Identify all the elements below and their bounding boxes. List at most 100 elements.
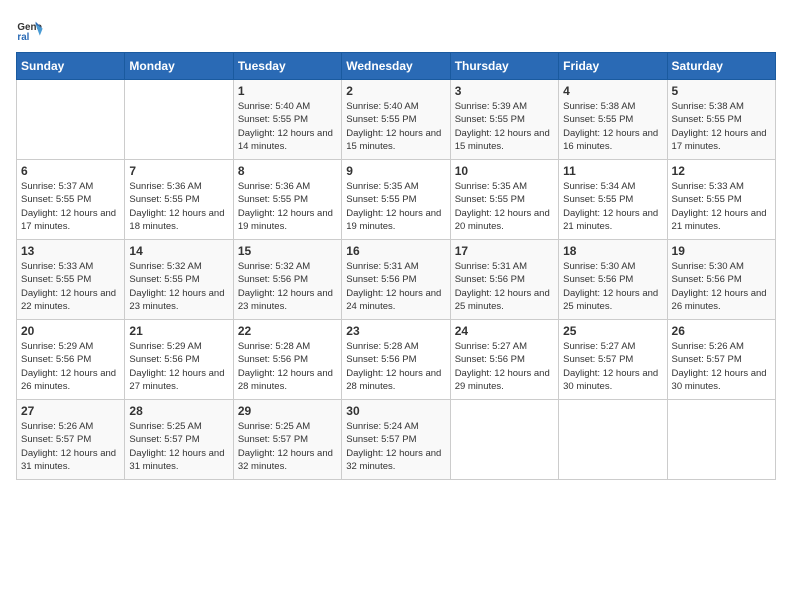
day-number: 28	[129, 404, 228, 418]
calendar-cell: 10 Sunrise: 5:35 AMSunset: 5:55 PMDayligh…	[450, 160, 558, 240]
calendar-cell: 21 Sunrise: 5:29 AMSunset: 5:56 PMDayligh…	[125, 320, 233, 400]
calendar-week-row: 13 Sunrise: 5:33 AMSunset: 5:55 PMDayligh…	[17, 240, 776, 320]
weekday-header: Tuesday	[233, 53, 341, 80]
day-info: Sunrise: 5:40 AMSunset: 5:55 PMDaylight:…	[346, 100, 445, 153]
weekday-header: Wednesday	[342, 53, 450, 80]
calendar-cell: 5 Sunrise: 5:38 AMSunset: 5:55 PMDaylight…	[667, 80, 775, 160]
weekday-header: Monday	[125, 53, 233, 80]
day-number: 8	[238, 164, 337, 178]
calendar-cell: 27Sunrise: 5:26 AMSunset: 5:57 PMDayligh…	[17, 400, 125, 480]
day-number: 30	[346, 404, 445, 418]
day-number: 5	[672, 84, 771, 98]
day-info: Sunrise: 5:34 AMSunset: 5:55 PMDaylight:…	[563, 180, 662, 233]
day-number: 24	[455, 324, 554, 338]
day-number: 21	[129, 324, 228, 338]
day-info: Sunrise: 5:32 AMSunset: 5:55 PMDaylight:…	[129, 260, 228, 313]
weekday-header: Sunday	[17, 53, 125, 80]
calendar-cell: 14Sunrise: 5:32 AMSunset: 5:55 PMDayligh…	[125, 240, 233, 320]
header: Gene ral	[16, 16, 776, 44]
day-number: 12	[672, 164, 771, 178]
calendar-cell	[667, 400, 775, 480]
svg-text:ral: ral	[17, 32, 29, 43]
calendar-cell	[125, 80, 233, 160]
calendar-cell: 9 Sunrise: 5:35 AMSunset: 5:55 PMDaylight…	[342, 160, 450, 240]
day-info: Sunrise: 5:37 AMSunset: 5:55 PMDaylight:…	[21, 180, 120, 233]
calendar-week-row: 1 Sunrise: 5:40 AMSunset: 5:55 PMDaylight…	[17, 80, 776, 160]
day-info: Sunrise: 5:29 AMSunset: 5:56 PMDaylight:…	[21, 340, 120, 393]
calendar-week-row: 27Sunrise: 5:26 AMSunset: 5:57 PMDayligh…	[17, 400, 776, 480]
calendar-cell: 1 Sunrise: 5:40 AMSunset: 5:55 PMDaylight…	[233, 80, 341, 160]
calendar-cell: 20 Sunrise: 5:29 AMSunset: 5:56 PMDayligh…	[17, 320, 125, 400]
day-info: Sunrise: 5:38 AMSunset: 5:55 PMDaylight:…	[563, 100, 662, 153]
calendar-cell: 18 Sunrise: 5:30 AMSunset: 5:56 PMDayligh…	[559, 240, 667, 320]
day-number: 6	[21, 164, 120, 178]
day-info: Sunrise: 5:28 AMSunset: 5:56 PMDaylight:…	[238, 340, 337, 393]
day-number: 17	[455, 244, 554, 258]
calendar-cell: 30 Sunrise: 5:24 AMSunset: 5:57 PMDayligh…	[342, 400, 450, 480]
day-number: 20	[21, 324, 120, 338]
calendar-cell: 29Sunrise: 5:25 AMSunset: 5:57 PMDayligh…	[233, 400, 341, 480]
day-number: 19	[672, 244, 771, 258]
day-info: Sunrise: 5:33 AMSunset: 5:55 PMDaylight:…	[672, 180, 771, 233]
day-number: 23	[346, 324, 445, 338]
day-number: 10	[455, 164, 554, 178]
calendar-table: SundayMondayTuesdayWednesdayThursdayFrid…	[16, 52, 776, 480]
day-info: Sunrise: 5:30 AMSunset: 5:56 PMDaylight:…	[672, 260, 771, 313]
day-info: Sunrise: 5:24 AMSunset: 5:57 PMDaylight:…	[346, 420, 445, 473]
day-number: 9	[346, 164, 445, 178]
logo-icon: Gene ral	[16, 16, 44, 44]
calendar-cell: 17Sunrise: 5:31 AMSunset: 5:56 PMDayligh…	[450, 240, 558, 320]
calendar-cell: 8 Sunrise: 5:36 AMSunset: 5:55 PMDaylight…	[233, 160, 341, 240]
calendar-cell: 4 Sunrise: 5:38 AMSunset: 5:55 PMDaylight…	[559, 80, 667, 160]
day-number: 22	[238, 324, 337, 338]
calendar-cell: 22 Sunrise: 5:28 AMSunset: 5:56 PMDayligh…	[233, 320, 341, 400]
day-number: 4	[563, 84, 662, 98]
day-number: 26	[672, 324, 771, 338]
day-info: Sunrise: 5:25 AMSunset: 5:57 PMDaylight:…	[129, 420, 228, 473]
weekday-header: Friday	[559, 53, 667, 80]
day-number: 18	[563, 244, 662, 258]
day-info: Sunrise: 5:29 AMSunset: 5:56 PMDaylight:…	[129, 340, 228, 393]
day-number: 13	[21, 244, 120, 258]
day-info: Sunrise: 5:36 AMSunset: 5:55 PMDaylight:…	[238, 180, 337, 233]
calendar-cell: 11 Sunrise: 5:34 AMSunset: 5:55 PMDayligh…	[559, 160, 667, 240]
day-number: 11	[563, 164, 662, 178]
day-number: 29	[238, 404, 337, 418]
day-info: Sunrise: 5:36 AMSunset: 5:55 PMDaylight:…	[129, 180, 228, 233]
day-info: Sunrise: 5:26 AMSunset: 5:57 PMDaylight:…	[21, 420, 120, 473]
calendar-header: SundayMondayTuesdayWednesdayThursdayFrid…	[17, 53, 776, 80]
weekday-header-row: SundayMondayTuesdayWednesdayThursdayFrid…	[17, 53, 776, 80]
day-info: Sunrise: 5:27 AMSunset: 5:56 PMDaylight:…	[455, 340, 554, 393]
calendar-cell: 13 Sunrise: 5:33 AMSunset: 5:55 PMDayligh…	[17, 240, 125, 320]
weekday-header: Saturday	[667, 53, 775, 80]
calendar-cell: 24 Sunrise: 5:27 AMSunset: 5:56 PMDayligh…	[450, 320, 558, 400]
calendar-cell: 23 Sunrise: 5:28 AMSunset: 5:56 PMDayligh…	[342, 320, 450, 400]
calendar-cell: 16Sunrise: 5:31 AMSunset: 5:56 PMDayligh…	[342, 240, 450, 320]
logo: Gene ral	[16, 16, 48, 44]
day-info: Sunrise: 5:38 AMSunset: 5:55 PMDaylight:…	[672, 100, 771, 153]
calendar-week-row: 6 Sunrise: 5:37 AMSunset: 5:55 PMDaylight…	[17, 160, 776, 240]
day-info: Sunrise: 5:30 AMSunset: 5:56 PMDaylight:…	[563, 260, 662, 313]
calendar-cell	[17, 80, 125, 160]
day-info: Sunrise: 5:40 AMSunset: 5:55 PMDaylight:…	[238, 100, 337, 153]
day-info: Sunrise: 5:35 AMSunset: 5:55 PMDaylight:…	[346, 180, 445, 233]
calendar-week-row: 20 Sunrise: 5:29 AMSunset: 5:56 PMDayligh…	[17, 320, 776, 400]
calendar-cell: 25Sunrise: 5:27 AMSunset: 5:57 PMDayligh…	[559, 320, 667, 400]
calendar-cell: 2 Sunrise: 5:40 AMSunset: 5:55 PMDaylight…	[342, 80, 450, 160]
day-info: Sunrise: 5:28 AMSunset: 5:56 PMDaylight:…	[346, 340, 445, 393]
day-number: 3	[455, 84, 554, 98]
calendar-cell: 3Sunrise: 5:39 AMSunset: 5:55 PMDaylight…	[450, 80, 558, 160]
calendar-cell: 12 Sunrise: 5:33 AMSunset: 5:55 PMDayligh…	[667, 160, 775, 240]
day-info: Sunrise: 5:33 AMSunset: 5:55 PMDaylight:…	[21, 260, 120, 313]
day-number: 1	[238, 84, 337, 98]
day-info: Sunrise: 5:31 AMSunset: 5:56 PMDaylight:…	[346, 260, 445, 313]
calendar-cell: 26 Sunrise: 5:26 AMSunset: 5:57 PMDayligh…	[667, 320, 775, 400]
calendar-body: 1 Sunrise: 5:40 AMSunset: 5:55 PMDaylight…	[17, 80, 776, 480]
day-info: Sunrise: 5:35 AMSunset: 5:55 PMDaylight:…	[455, 180, 554, 233]
day-number: 2	[346, 84, 445, 98]
calendar-cell	[559, 400, 667, 480]
day-info: Sunrise: 5:32 AMSunset: 5:56 PMDaylight:…	[238, 260, 337, 313]
calendar-cell	[450, 400, 558, 480]
day-info: Sunrise: 5:26 AMSunset: 5:57 PMDaylight:…	[672, 340, 771, 393]
day-number: 15	[238, 244, 337, 258]
